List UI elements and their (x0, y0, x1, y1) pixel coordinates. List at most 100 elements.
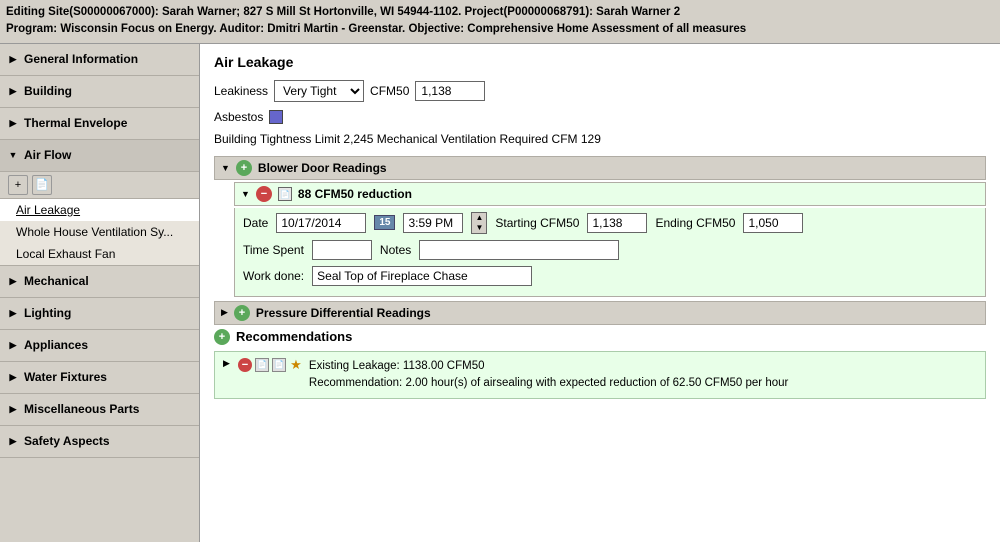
rec-doc-icon1: 📄 (255, 358, 269, 372)
sidebar-item-general-information[interactable]: General Information (0, 44, 199, 76)
blower-door-arrow[interactable]: ▼ (221, 163, 230, 173)
rec-title: Recommendations (236, 329, 352, 344)
sidebar-arrow-mechanical (8, 276, 18, 286)
date-input[interactable] (276, 213, 366, 233)
notes-input[interactable] (419, 240, 619, 260)
sidebar-arrow-general (8, 54, 18, 64)
sidebar-arrow-appliances (8, 340, 18, 350)
page-title: Air Leakage (214, 54, 986, 70)
sidebar-arrow-building (8, 86, 18, 96)
sidebar-item-lighting[interactable]: Lighting (0, 298, 199, 330)
date-row: Date 15 ▲ ▼ Starting CFM50 Ending CFM50 (243, 212, 977, 234)
sidebar-item-thermal-envelope[interactable]: Thermal Envelope (0, 108, 199, 140)
sidebar-label-airflow: Air Flow (24, 148, 71, 162)
sidebar-label-general: General Information (24, 52, 138, 66)
sidebar-arrow-lighting (8, 308, 18, 318)
work-done-label: Work done: (243, 269, 304, 283)
rec-star-icon: ★ (289, 358, 303, 372)
cfm50-reduction-minus-icon[interactable]: − (256, 186, 272, 202)
date-label: Date (243, 216, 268, 230)
building-tightness-info: Building Tightness Limit 2,245 Mechanica… (214, 132, 986, 146)
time-spent-label: Time Spent (243, 243, 304, 257)
sidebar-label-mechanical: Mechanical (24, 274, 89, 288)
asbestos-checkbox[interactable] (269, 110, 283, 124)
blower-door-detail: Date 15 ▲ ▼ Starting CFM50 Ending CFM50 (234, 208, 986, 297)
recommendations-section: + Recommendations ▶ − 📄 📄 ★ Existing Lea… (214, 329, 986, 400)
sidebar-item-building[interactable]: Building (0, 76, 199, 108)
sidebar-label-safety: Safety Aspects (24, 434, 110, 448)
leakiness-row: Leakiness Very Tight Tight Medium Leaky … (214, 80, 986, 102)
sidebar-sub-items: Air Leakage Whole House Ventilation Sy..… (0, 199, 199, 266)
cfm50-reduction-header: ▼ − 📄 88 CFM50 reduction (234, 182, 986, 206)
starting-cfm50-label: Starting CFM50 (495, 216, 579, 230)
sidebar-arrow-airflow (8, 150, 18, 160)
pressure-arrow[interactable]: ▶ (221, 307, 228, 318)
cfm50-label: CFM50 (370, 84, 409, 98)
rec-minus-icon[interactable]: − (238, 358, 252, 372)
starting-cfm50-input[interactable] (587, 213, 647, 233)
sidebar-label-appliances: Appliances (24, 338, 88, 352)
sidebar-sub-item-local-exhaust[interactable]: Local Exhaust Fan (0, 243, 199, 265)
header-line2: Program: Wisconsin Focus on Energy. Audi… (6, 21, 994, 38)
rec-doc-icon2: 📄 (272, 358, 286, 372)
header: Editing Site(S00000067000): Sarah Warner… (0, 0, 1000, 44)
sidebar-arrow-water (8, 372, 18, 382)
sidebar-arrow-thermal (8, 118, 18, 128)
rec-add-icon[interactable]: + (214, 329, 230, 345)
notes-row: Time Spent Notes (243, 240, 977, 260)
ending-cfm50-input[interactable] (743, 213, 803, 233)
rec-text-line1: Existing Leakage: 1138.00 CFM50 (309, 358, 788, 375)
blower-door-title: Blower Door Readings (258, 161, 387, 175)
sidebar-item-mechanical[interactable]: Mechanical (0, 266, 199, 298)
time-input[interactable] (403, 213, 463, 233)
work-done-input[interactable] (312, 266, 532, 286)
sidebar-item-miscellaneous[interactable]: Miscellaneous Parts (0, 394, 199, 426)
header-line1: Editing Site(S00000067000): Sarah Warner… (6, 4, 994, 21)
calendar-button[interactable]: 15 (374, 215, 395, 230)
sidebar-label-water: Water Fixtures (24, 370, 107, 384)
cfm50-input[interactable] (415, 81, 485, 101)
cfm50-reduction-arrow[interactable]: ▼ (241, 189, 250, 199)
sidebar-sub-item-whole-house[interactable]: Whole House Ventilation Sy... (0, 221, 199, 243)
blower-door-section: ▼ + Blower Door Readings ▼ − 📄 88 CFM50 … (214, 156, 986, 297)
cfm50-reduction-title: 88 CFM50 reduction (298, 187, 412, 201)
sidebar-arrow-safety (8, 436, 18, 446)
sidebar-item-air-flow[interactable]: Air Flow (0, 140, 199, 172)
add-sub-item-btn[interactable]: + (8, 175, 28, 195)
sidebar-item-water-fixtures[interactable]: Water Fixtures (0, 362, 199, 394)
sidebar-label-lighting: Lighting (24, 306, 71, 320)
doc-sub-item-btn[interactable]: 📄 (32, 175, 52, 195)
leakiness-label: Leakiness (214, 84, 268, 98)
blower-door-header: ▼ + Blower Door Readings (214, 156, 986, 180)
sidebar-sub-toolbar: + 📄 (0, 172, 199, 199)
rec-text-line2: Recommendation: 2.00 hour(s) of airseali… (309, 375, 788, 392)
leakiness-select[interactable]: Very Tight Tight Medium Leaky Very Leaky (274, 80, 364, 102)
rec-header: + Recommendations (214, 329, 986, 345)
pressure-add-icon[interactable]: + (234, 305, 250, 321)
ending-cfm50-label: Ending CFM50 (655, 216, 735, 230)
plus-icon: + (15, 179, 21, 191)
pressure-differential-row: ▶ + Pressure Differential Readings (214, 301, 986, 325)
sidebar-arrow-misc (8, 404, 18, 414)
time-spin-down[interactable]: ▼ (472, 223, 486, 233)
blower-door-add-icon[interactable]: + (236, 160, 252, 176)
sidebar-label-building: Building (24, 84, 72, 98)
notes-label: Notes (380, 243, 411, 257)
sidebar: General Information Building Thermal Env… (0, 44, 200, 542)
sidebar-item-safety[interactable]: Safety Aspects (0, 426, 199, 458)
time-spin[interactable]: ▲ ▼ (471, 212, 487, 234)
asbestos-label: Asbestos (214, 110, 263, 124)
sidebar-sub-item-air-leakage[interactable]: Air Leakage (0, 199, 199, 221)
asbestos-row: Asbestos (214, 110, 986, 124)
time-spin-up[interactable]: ▲ (472, 213, 486, 223)
doc-icon: 📄 (35, 178, 49, 191)
rec-text: Existing Leakage: 1138.00 CFM50 Recommen… (309, 358, 788, 393)
cfm50-reduction-doc-icon: 📄 (278, 187, 292, 201)
rec-item-arrow[interactable]: ▶ (223, 358, 230, 369)
time-spent-input[interactable] (312, 240, 372, 260)
rec-item-icons: − 📄 📄 ★ (238, 358, 303, 372)
sidebar-label-misc: Miscellaneous Parts (24, 402, 139, 416)
pressure-title: Pressure Differential Readings (256, 306, 431, 320)
sidebar-item-appliances[interactable]: Appliances (0, 330, 199, 362)
sidebar-label-thermal: Thermal Envelope (24, 116, 127, 130)
